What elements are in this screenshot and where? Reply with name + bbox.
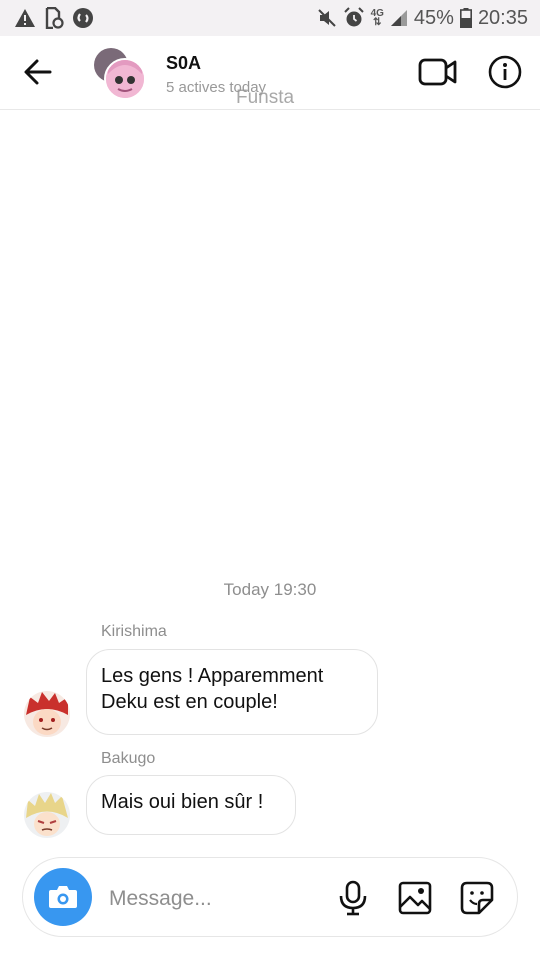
back-arrow-icon[interactable]	[22, 56, 54, 88]
clock: 20:35	[477, 6, 528, 29]
blond-character-avatar-image	[24, 792, 70, 838]
sender-avatar[interactable]	[24, 792, 70, 838]
status-left-icons	[14, 7, 94, 29]
alarm-icon	[343, 7, 364, 27]
signal-icon	[390, 10, 407, 26]
battery-percent: 45%	[413, 6, 454, 29]
chat-title[interactable]: S0A	[166, 53, 201, 74]
status-bar: 4G ⇅ 45% 20:35	[0, 0, 540, 36]
red-hair-character-avatar-image	[24, 691, 70, 737]
mute-icon	[317, 9, 336, 27]
shazam-icon	[73, 8, 93, 28]
message-input[interactable]	[107, 880, 321, 918]
group-avatar-front	[104, 58, 146, 100]
message-sender-name: Bakugo	[101, 750, 156, 767]
group-avatar[interactable]	[94, 48, 146, 100]
message-text-line: Deku est en couple!	[101, 691, 278, 713]
file-sync-icon	[45, 7, 64, 29]
status-right-icons: 4G ⇅ 45% 20:35	[317, 7, 528, 30]
message-sender-name: Kirishima	[101, 623, 167, 640]
warning-icon	[15, 9, 35, 27]
watermark-text: Funsta	[236, 87, 295, 108]
message-bubble[interactable]: Mais oui bien sûr !	[86, 775, 296, 835]
info-icon[interactable]	[488, 55, 522, 89]
sender-avatar[interactable]	[24, 691, 70, 737]
pink-character-avatar-image	[106, 60, 144, 98]
camera-button[interactable]	[34, 868, 92, 926]
battery-icon	[459, 8, 472, 28]
video-call-icon[interactable]	[418, 56, 458, 88]
camera-icon	[49, 886, 77, 908]
message-composer	[22, 857, 518, 937]
chat-header: S0A 5 actives today Funsta	[0, 36, 540, 110]
time-divider: Today 19:30	[223, 580, 317, 599]
message-text-line: Les gens ! Apparemment	[101, 665, 324, 687]
message-text-line: Mais oui bien sûr !	[101, 791, 264, 813]
gallery-icon[interactable]	[397, 880, 433, 916]
microphone-icon[interactable]	[335, 880, 371, 916]
sticker-icon[interactable]	[459, 880, 495, 916]
message-bubble[interactable]: Les gens ! Apparemment Deku est en coupl…	[86, 649, 378, 735]
network-type: 4G ⇅	[370, 8, 384, 28]
